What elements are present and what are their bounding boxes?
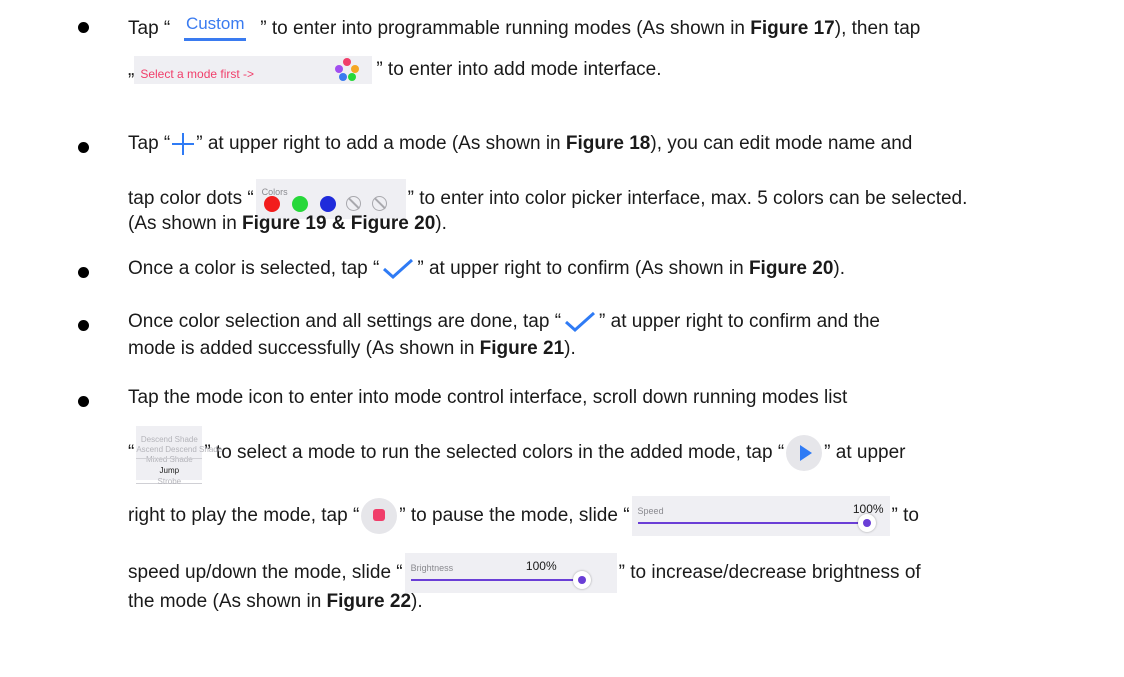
bullet-dot [78, 22, 89, 33]
tab-underline [184, 38, 247, 41]
text: ” to pause the mode, slide “ [399, 505, 630, 527]
checkmark-icon[interactable] [381, 258, 415, 280]
running-modes-picker[interactable]: Descend Shade Ascend Descend Shade Mixed… [136, 426, 222, 486]
text: tap color dots “ [128, 188, 254, 210]
text: ). [564, 338, 576, 359]
text: ” at upper right to add a mode (As shown… [196, 133, 566, 154]
bullet-2-line-3: (As shown in Figure 19 & Figure 20). [128, 212, 447, 236]
speed-track [637, 522, 863, 524]
select-mode-label: Select a mode first -> [140, 67, 255, 81]
stop-icon[interactable] [361, 498, 398, 534]
bullet-dot [78, 396, 89, 407]
text: Tap “ [128, 18, 171, 40]
text: Once color selection and all settings ar… [128, 311, 562, 332]
bullet-5-line-2: “ Descend Shade Ascend Descend Shade Mix… [128, 426, 906, 486]
text: ” to enter into color picker interface, … [407, 188, 968, 210]
bullet-4-line-2: mode is added successfully (As shown in … [128, 337, 576, 361]
text: ), you can edit mode name and [650, 133, 913, 154]
bullet-5-line-4: speed up/down the mode, slide “Brightnes… [128, 553, 921, 593]
bullet-2-line-1: Tap “ ” at upper right to add a mode (As … [128, 132, 912, 156]
speed-label: Speed [637, 506, 664, 516]
custom-tab-label: Custom [185, 14, 245, 33]
text: ). [435, 213, 447, 234]
figure-ref: Figure 20 [748, 258, 834, 279]
text: ). [833, 258, 846, 279]
bullet-dot [78, 267, 89, 278]
plus-icon[interactable] [172, 132, 195, 155]
bullet-5-line-1: Tap the mode icon to enter into mode con… [128, 386, 847, 410]
bullet-1-line-1: Tap “ Custom ” to enter into programmable … [128, 12, 920, 46]
speed-knob[interactable] [857, 514, 876, 532]
text: ” at upper [824, 442, 906, 464]
bullet-3-line-1: Once a color is selected, tap “ ” at uppe… [128, 257, 845, 281]
text: ” to enter into programmable running mod… [260, 18, 751, 40]
brightness-value: 100% [525, 559, 557, 573]
bullet-1-line-2: „ Select a mode first ->” to enter into a… [128, 56, 662, 84]
play-icon[interactable] [786, 435, 823, 471]
text: Tap the mode icon to enter into mode con… [128, 387, 848, 408]
brightness-knob[interactable] [572, 571, 591, 589]
text: the mode (As shown in [128, 591, 327, 612]
text: (As shown in [128, 213, 243, 234]
empty-color-slot-icon[interactable] [345, 196, 361, 211]
bullet-dot [78, 142, 89, 153]
figure-ref: Figure 19 & Figure 20 [242, 213, 436, 234]
palette-dots-icon[interactable] [334, 57, 360, 83]
text: ” to [891, 505, 919, 527]
checkmark-icon[interactable] [563, 311, 597, 333]
picker-item[interactable]: Strobe [136, 470, 202, 494]
brightness-slider[interactable]: Brightness 100% [404, 553, 617, 593]
text: ” to select a mode to run the selected c… [204, 442, 785, 464]
custom-tab-button[interactable]: Custom [176, 12, 254, 46]
text: right to play the mode, tap “ [128, 505, 360, 527]
text: mode is added successfully (As shown in [128, 338, 480, 359]
bullet-dot [78, 320, 89, 331]
color-dot-red[interactable] [263, 196, 280, 212]
text: ” at upper right to confirm and the [599, 311, 880, 332]
brightness-track [410, 579, 577, 581]
speed-slider[interactable]: Speed 100% [631, 496, 890, 536]
empty-color-slot-icon[interactable] [371, 196, 387, 211]
figure-ref: Figure 18 [565, 133, 651, 154]
figure-ref: Figure 21 [479, 338, 565, 359]
select-mode-bar[interactable]: Select a mode first -> [134, 56, 373, 84]
color-dot-blue[interactable] [319, 196, 336, 212]
bullet-5-line-5: the mode (As shown in Figure 22). [128, 590, 423, 614]
bullet-4-line-1: Once color selection and all settings ar… [128, 310, 880, 334]
text: ” at upper right to confirm (As shown in [417, 258, 749, 279]
text: “ [128, 442, 135, 464]
brightness-label: Brightness [410, 563, 454, 573]
text: ” to enter into add mode interface. [376, 59, 662, 81]
text: ). [411, 591, 423, 612]
text: speed up/down the mode, slide “ [128, 562, 403, 584]
text: Tap “ [128, 133, 171, 154]
color-dot-green[interactable] [291, 196, 308, 212]
text: Once a color is selected, tap “ [128, 258, 380, 279]
text: ” to increase/decrease brightness of [618, 562, 921, 584]
text: ), then tap [834, 18, 921, 40]
bullet-5-line-3: right to play the mode, tap “ ” to pause … [128, 496, 919, 536]
figure-ref: Figure 22 [326, 591, 412, 612]
figure-ref: Figure 17 [750, 18, 835, 40]
